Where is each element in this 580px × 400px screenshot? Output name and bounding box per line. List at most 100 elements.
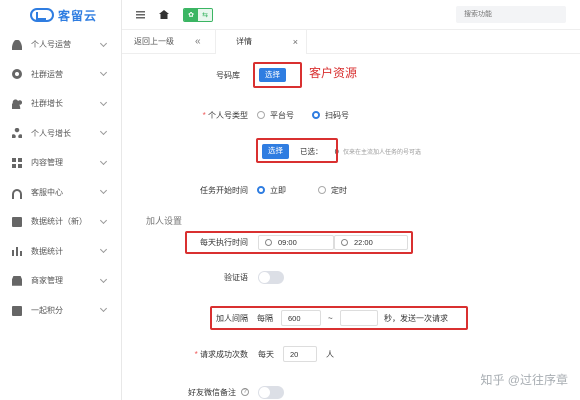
account-type-label: * 个人号类型 — [122, 110, 248, 121]
interval-suffix: 秒，发送一次请求 — [384, 313, 448, 323]
start-time-radios: 立即 定时 — [257, 185, 365, 196]
users-icon — [12, 98, 22, 109]
gear-icon — [12, 69, 22, 80]
time-end-value: 22:00 — [354, 238, 373, 247]
logo[interactable]: 客留云 — [0, 0, 121, 30]
chevron-down-icon — [99, 305, 108, 313]
shop-icon — [12, 275, 22, 286]
sidebar-item-group-ops[interactable]: 社群运营 — [0, 60, 121, 90]
back-link[interactable]: 返回上一级 — [122, 36, 195, 47]
sidebar-item-label: 社群运营 — [31, 69, 63, 79]
chevron-down-icon — [99, 246, 108, 254]
interval-label: 加人间隔 — [216, 313, 248, 323]
number-lib-label: 号码库 — [216, 70, 240, 80]
search-input[interactable] — [456, 6, 566, 23]
sidebar-item-points[interactable]: 一起积分 — [0, 296, 121, 326]
success-row: * 请求成功次数 每天 20 人 — [122, 346, 580, 362]
headset-icon — [12, 188, 22, 199]
detail-form: 号码库 选择 客户资源 * 个人号类型 平台号 扫码号 选择 已选： 0 仅来在… — [122, 54, 580, 400]
tab-label: 详情 — [236, 37, 252, 46]
chevron-down-icon — [99, 187, 108, 195]
account-select-row: 选择 已选： 0 仅来在主流加人任务的号可选 — [122, 143, 580, 159]
monitor-icon — [12, 216, 22, 227]
grid-icon — [12, 157, 22, 168]
sidebar-menu: 个人号运营 社群运营 社群增长 个人号增长 内容管理 客服中心 数据统计（新） … — [0, 30, 121, 325]
radio-circle — [257, 111, 265, 119]
user-icon — [12, 39, 22, 50]
radio-immediate[interactable]: 立即 — [257, 185, 286, 196]
sidebar-item-personal-ops[interactable]: 个人号运营 — [0, 30, 121, 60]
sidebar-item-label: 数据统计（新） — [31, 217, 87, 227]
radio-label: 平台号 — [270, 110, 294, 120]
clock-icon — [341, 239, 348, 246]
watermark: 知乎 @过往序章 — [480, 373, 568, 387]
interval-max-input[interactable] — [340, 310, 378, 326]
bag-icon — [12, 305, 22, 316]
sidebar-item-group-growth[interactable]: 社群增长 — [0, 89, 121, 119]
interval-min-input[interactable]: 600 — [281, 310, 321, 326]
bar-chart-icon — [12, 246, 22, 257]
top-bar: ✿ ⇆ — [122, 0, 580, 30]
interval-row: 加人间隔 每隔 600 ~ 秒，发送一次请求 — [122, 310, 580, 326]
sidebar-item-personal-growth[interactable]: 个人号增长 — [0, 119, 121, 149]
highlight-box — [253, 62, 302, 88]
sidebar-item-label: 个人号运营 — [31, 40, 71, 50]
success-suffix: 人 — [326, 349, 334, 359]
sidebar-item-label: 一起积分 — [31, 305, 63, 315]
sidebar-item-label: 数据统计 — [31, 246, 63, 256]
radio-platform[interactable]: 平台号 — [257, 110, 294, 121]
quick-switch-left-icon[interactable]: ✿ — [184, 8, 198, 21]
help-icon[interactable]: ? — [241, 388, 249, 396]
verify-row: 验证语 — [122, 270, 580, 284]
quick-switch[interactable]: ✿ ⇆ — [183, 7, 213, 22]
chevron-down-icon — [99, 128, 108, 136]
sidebar-item-label: 社群增长 — [31, 99, 63, 109]
remark-label: 好友微信备注 — [188, 387, 236, 397]
time-end-input[interactable]: 22:00 — [334, 235, 408, 250]
radio-scan[interactable]: 扫码号 — [312, 110, 349, 121]
cloud-logo-icon — [30, 8, 54, 22]
highlight-box — [256, 138, 338, 163]
chevron-down-icon — [99, 98, 108, 106]
sidebar-item-label: 客服中心 — [31, 187, 63, 197]
daily-time-row: 每天执行时间 09:00 22:00 — [122, 235, 580, 250]
remark-toggle[interactable] — [258, 385, 284, 399]
sidebar-item-stats-new[interactable]: 数据统计（新） — [0, 207, 121, 237]
start-time-label: 任务开始时间 — [200, 185, 248, 195]
radio-scheduled[interactable]: 定时 — [318, 185, 347, 196]
home-icon[interactable] — [159, 10, 169, 19]
app-root: 客留云 个人号运营 社群运营 社群增长 个人号增长 内容管理 客服中心 数据统计… — [0, 0, 580, 400]
logo-text: 客留云 — [58, 8, 98, 23]
radio-label: 定时 — [331, 185, 347, 195]
success-input[interactable]: 20 — [283, 346, 317, 362]
sidebar-item-content[interactable]: 内容管理 — [0, 148, 121, 178]
radio-circle — [318, 186, 326, 194]
quick-switch-right-icon[interactable]: ⇆ — [198, 8, 212, 21]
clock-icon — [265, 239, 272, 246]
interval-separator: ~ — [328, 313, 333, 323]
radio-label: 扫码号 — [325, 110, 349, 120]
sidebar-item-label: 内容管理 — [31, 158, 63, 168]
verify-label: 验证语 — [224, 272, 248, 282]
chevron-down-icon — [99, 275, 108, 283]
selected-hint: 仅来在主流加人任务的号可选 — [343, 149, 422, 156]
double-chevron-left-icon[interactable]: « — [195, 36, 211, 47]
account-type-label-text: 个人号类型 — [208, 110, 248, 120]
start-time-row: 任务开始时间 立即 定时 — [122, 183, 580, 197]
radio-label: 立即 — [270, 185, 286, 195]
time-start-input[interactable]: 09:00 — [258, 235, 334, 250]
sidebar-item-merchant[interactable]: 商家管理 — [0, 266, 121, 296]
time-start-value: 09:00 — [278, 238, 297, 247]
close-icon[interactable]: × — [293, 37, 298, 47]
tab-details[interactable]: 详情 × — [215, 29, 307, 54]
success-label: * 请求成功次数 — [122, 349, 248, 360]
account-type-radios: 平台号 扫码号 — [257, 110, 367, 121]
verify-toggle[interactable] — [258, 270, 284, 284]
menu-toggle-icon[interactable] — [136, 10, 145, 19]
sidebar: 客留云 个人号运营 社群运营 社群增长 个人号增长 内容管理 客服中心 数据统计… — [0, 0, 122, 400]
sidebar-item-label: 商家管理 — [31, 276, 63, 286]
sidebar-item-stats[interactable]: 数据统计 — [0, 237, 121, 267]
chevron-down-icon — [99, 69, 108, 77]
tab-bar: 返回上一级 « 详情 × — [122, 29, 580, 54]
sidebar-item-service[interactable]: 客服中心 — [0, 178, 121, 208]
